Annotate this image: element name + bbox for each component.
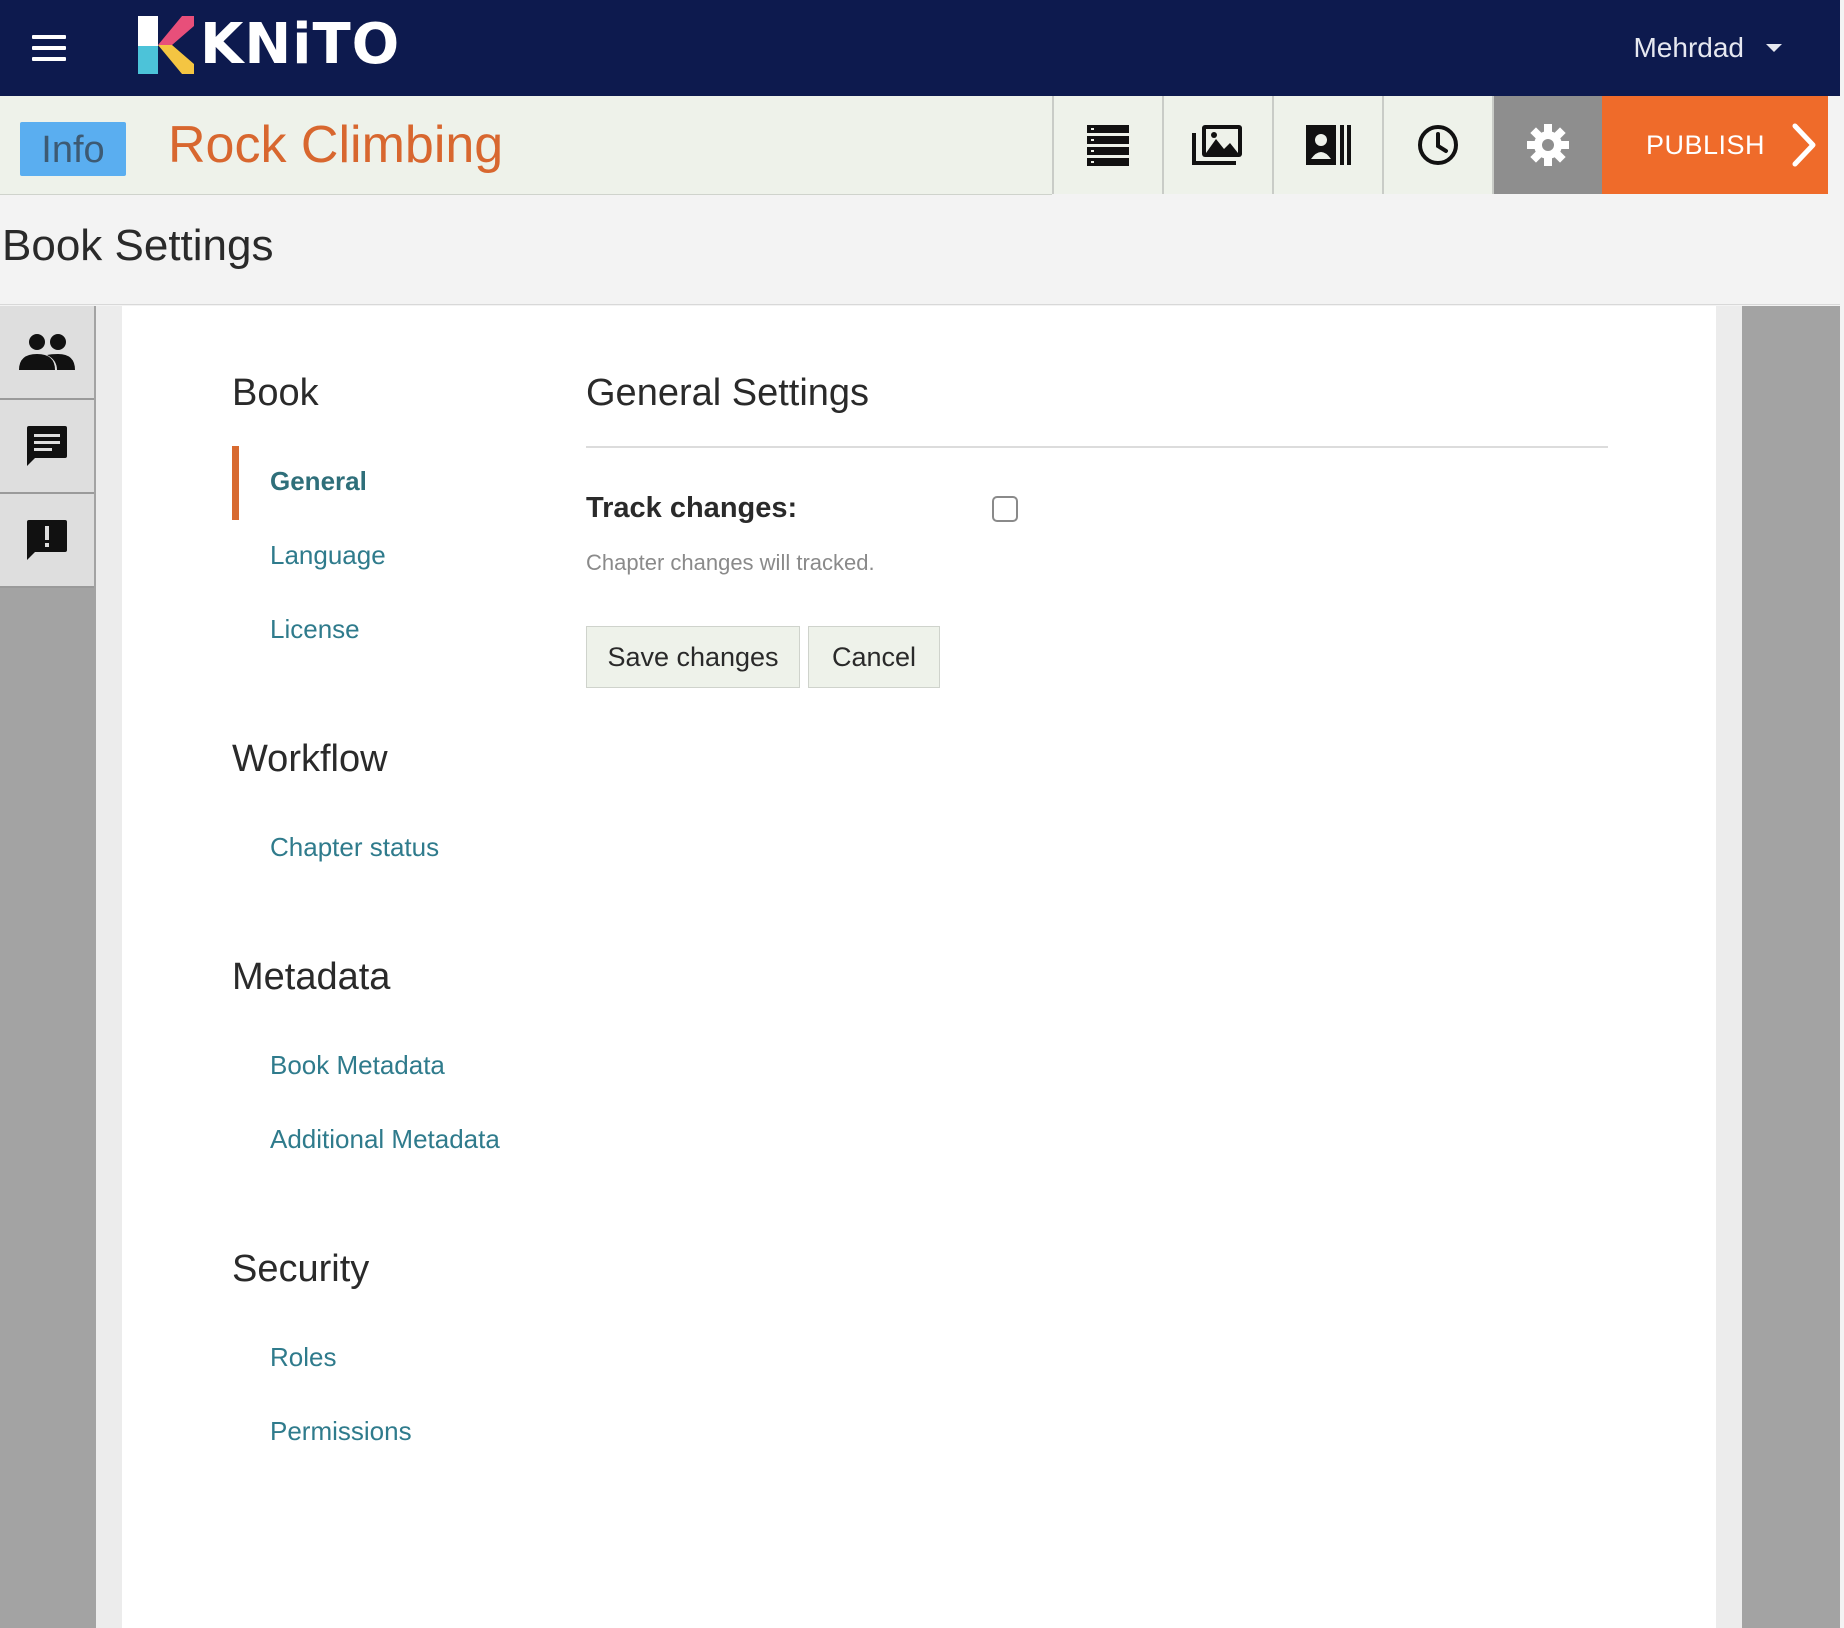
left-icon-rail (0, 306, 96, 1628)
hamburger-menu-icon[interactable] (32, 33, 68, 63)
top-navbar: KNiTO Mehrdad (0, 0, 1840, 96)
cancel-button[interactable]: Cancel (808, 626, 940, 688)
nav-section-book: Book (232, 372, 319, 414)
book-toolbar: PUBLISH (1052, 96, 1828, 194)
user-menu[interactable]: Mehrdad (1633, 24, 1782, 72)
comments-icon (27, 426, 67, 466)
knito-logo-mark-icon (138, 16, 194, 74)
panel-title: General Settings (586, 372, 870, 414)
nav-section-workflow: Workflow (232, 738, 388, 780)
comments-button[interactable] (0, 400, 94, 494)
publish-label: PUBLISH (1646, 129, 1766, 160)
book-header: Info Rock Climbing (0, 96, 1052, 195)
left-gutter (96, 306, 122, 1628)
nav-link-additional-metadata[interactable]: Additional Metadata (270, 1124, 500, 1155)
settings-button[interactable] (1492, 96, 1602, 194)
track-changes-label: Track changes: (586, 492, 798, 524)
save-changes-button[interactable]: Save changes (586, 626, 800, 688)
page-title: Book Settings (2, 221, 274, 270)
feedback-icon (27, 520, 67, 560)
track-changes-help: Chapter changes will tracked. (586, 550, 875, 575)
nav-section-security: Security (232, 1248, 370, 1290)
track-changes-checkbox[interactable] (992, 496, 1018, 522)
panel-divider (586, 446, 1608, 448)
book-title: Rock Climbing (168, 116, 504, 174)
nav-section-metadata: Metadata (232, 956, 391, 998)
right-gutter (1716, 306, 1742, 1628)
images-icon (1192, 125, 1242, 165)
clock-icon (1418, 125, 1458, 165)
gear-icon (1527, 124, 1569, 166)
publish-button[interactable]: PUBLISH (1602, 96, 1828, 194)
header-divider (0, 304, 1840, 305)
nav-link-book-metadata[interactable]: Book Metadata (270, 1050, 445, 1081)
info-button[interactable]: Info (20, 122, 126, 176)
knito-logo[interactable]: KNiTO (138, 14, 400, 76)
caret-down-icon (1766, 44, 1782, 52)
book-template-icon (1306, 125, 1351, 165)
list-button[interactable] (1052, 96, 1162, 194)
user-name: Mehrdad (1633, 32, 1744, 63)
nav-link-chapter-status[interactable]: Chapter status (270, 832, 439, 863)
active-indicator (232, 446, 239, 520)
settings-card: Book General Language License Workflow C… (122, 306, 1716, 1628)
nav-link-license[interactable]: License (270, 614, 360, 645)
nav-link-language[interactable]: Language (270, 540, 386, 571)
brand-name: KNiTO (200, 12, 401, 77)
list-icon (1087, 125, 1129, 166)
team-button[interactable] (0, 306, 94, 400)
nav-link-roles[interactable]: Roles (270, 1342, 336, 1373)
team-icon (19, 334, 75, 370)
images-button[interactable] (1162, 96, 1272, 194)
book-template-button[interactable] (1272, 96, 1382, 194)
history-button[interactable] (1382, 96, 1492, 194)
right-rail (1742, 306, 1840, 1628)
nav-link-general[interactable]: General (270, 466, 367, 497)
nav-link-permissions[interactable]: Permissions (270, 1416, 412, 1447)
feedback-button[interactable] (0, 494, 94, 588)
chevron-right-icon (1792, 123, 1816, 167)
